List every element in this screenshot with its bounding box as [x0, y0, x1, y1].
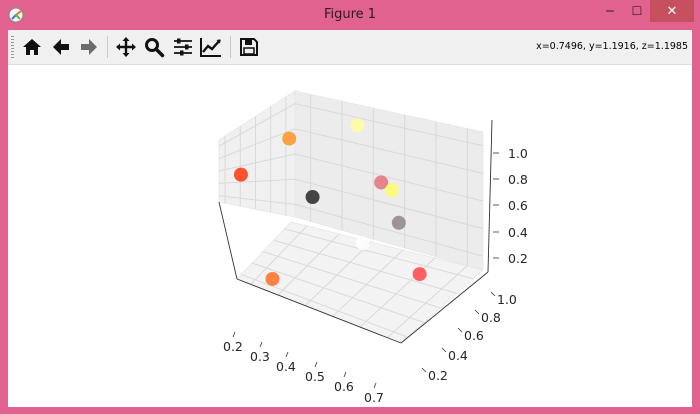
scatter-point [233, 167, 248, 182]
y-tick-mark [474, 309, 480, 315]
axes-panes [218, 90, 484, 344]
configure-subplots-button[interactable] [171, 34, 195, 60]
toolbar-separator [107, 36, 108, 58]
z-tick-label: 1.0 [508, 146, 528, 161]
y-tick-mark [421, 367, 427, 373]
zoom-button[interactable] [142, 34, 166, 60]
figure-window: Figure 1 ─ ☐ ✕ x=0.7496, y=1.1916, z=1.1… [0, 0, 700, 414]
x-tick-label: 0.6 [334, 379, 354, 394]
toolbar-separator [230, 36, 231, 58]
scatter-point [265, 271, 280, 286]
axis-line [218, 201, 238, 280]
z-tick-label: 0.8 [508, 172, 528, 187]
z-tick-label: 0.4 [508, 225, 528, 240]
home-icon [23, 39, 41, 55]
edit-axes-button[interactable] [199, 34, 223, 60]
z-tick-label: 0.6 [508, 198, 528, 213]
cursor-coordinates-readout: x=0.7496, y=1.1916, z=1.1985 [536, 41, 688, 52]
y-tick-label: 1.0 [497, 292, 517, 307]
maximize-button[interactable]: ☐ [624, 0, 650, 22]
scatter-point [282, 131, 297, 146]
y-tick-label: 0.2 [428, 368, 448, 383]
scatter-point [384, 183, 399, 198]
y-tick-mark [490, 291, 496, 297]
forward-button[interactable] [77, 34, 101, 60]
minimize-icon: ─ [606, 4, 614, 18]
scatter-point [355, 236, 370, 251]
scatter-point [412, 267, 427, 282]
maximize-icon: ☐ [631, 4, 643, 18]
axis-line [487, 119, 493, 273]
z-tick-label: 0.2 [508, 251, 528, 266]
scatter-point [305, 190, 320, 204]
close-button[interactable]: ✕ [650, 0, 694, 22]
figure-client-area: x=0.7496, y=1.1916, z=1.1985 0.2 0.3 0.4 0.… [8, 30, 692, 407]
back-button[interactable] [49, 34, 73, 60]
navigation-toolbar: x=0.7496, y=1.1916, z=1.1985 [8, 30, 692, 65]
y-tick-label: 0.6 [464, 328, 484, 343]
scatter-point [391, 215, 406, 230]
x-tick-mark [314, 361, 318, 368]
y-tick-mark [457, 327, 463, 333]
x-tick-label: 0.2 [223, 339, 243, 354]
x-tick-label: 0.4 [276, 359, 296, 374]
home-button[interactable] [20, 34, 44, 60]
x-tick-mark [373, 382, 377, 389]
x-tick-mark [259, 341, 263, 348]
pan-move-icon [116, 37, 136, 57]
axes-3d[interactable]: 0.20.30.40.50.60.70.20.40.60.81.00.20.40… [8, 65, 692, 407]
pan-button[interactable] [114, 34, 138, 60]
save-button[interactable] [237, 34, 261, 60]
x-tick-label: 0.3 [250, 349, 270, 364]
x-tick-mark [232, 331, 236, 338]
window-title: Figure 1 [323, 7, 377, 22]
x-tick-mark [285, 351, 289, 358]
close-icon: ✕ [666, 3, 678, 19]
zoom-magnifier-icon [145, 38, 165, 58]
figure-canvas[interactable]: 0.2 0.3 0.4 0.5 0.6 0.7 0.2 0.4 0.6 0.8 1.0 0.2 0.4 0… [8, 65, 692, 407]
save-disk-icon [240, 38, 258, 56]
toolbar-grip[interactable] [11, 36, 14, 58]
forward-arrow-icon [81, 39, 97, 55]
configure-subplots-icon [174, 38, 192, 56]
y-tick-mark [441, 347, 447, 353]
y-tick-label: 0.8 [481, 310, 501, 325]
y-tick-label: 0.4 [448, 348, 468, 363]
title-bar[interactable]: Figure 1 ─ ☐ ✕ [0, 0, 700, 30]
x-tick-label: 0.7 [364, 390, 384, 405]
scatter-point [350, 118, 365, 133]
x-tick-label: 0.5 [305, 369, 325, 384]
x-tick-mark [343, 371, 347, 378]
minimize-button[interactable]: ─ [596, 0, 624, 22]
edit-axes-icon [200, 38, 221, 57]
back-arrow-icon [53, 39, 69, 55]
